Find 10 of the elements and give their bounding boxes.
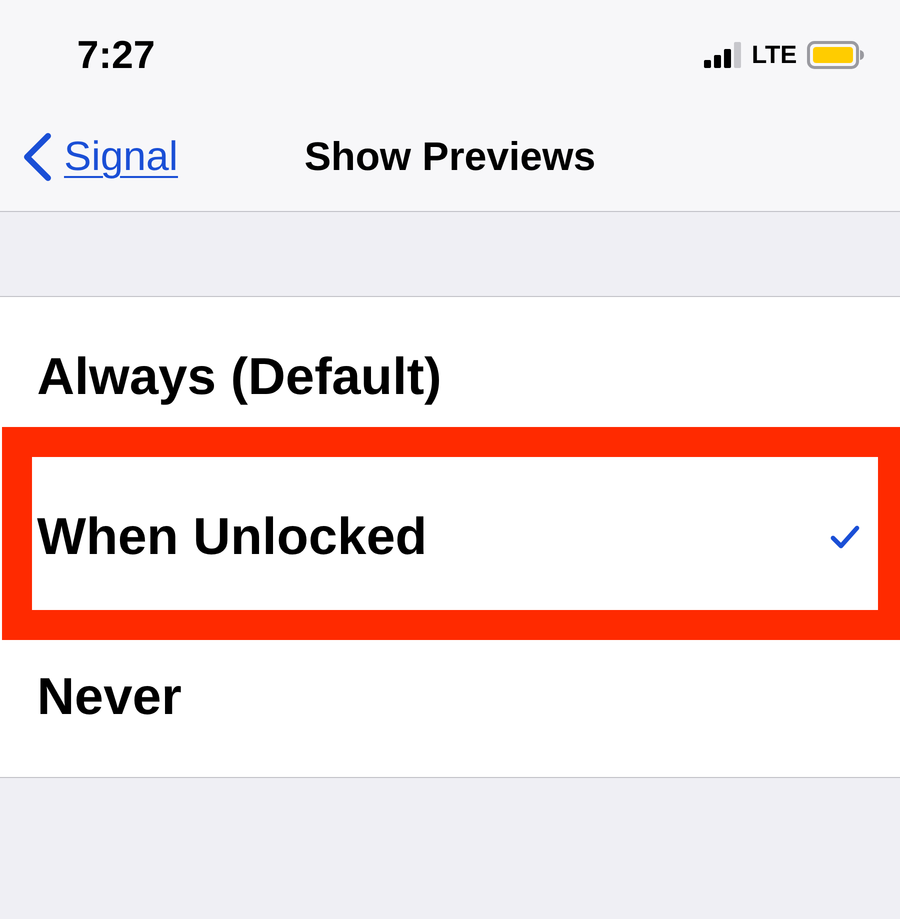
clock-time: 7:27 [77, 36, 156, 74]
back-chevron-icon [22, 132, 52, 180]
option-label: Never [37, 666, 182, 728]
battery-icon [807, 41, 865, 69]
option-label: Always (Default) [37, 346, 442, 408]
network-type: LTE [752, 42, 797, 68]
screen-title: Show Previews [304, 134, 596, 180]
signal-bars-icon [704, 42, 742, 68]
back-button[interactable]: Signal [0, 132, 178, 182]
option-label: When Unlocked [37, 506, 428, 568]
